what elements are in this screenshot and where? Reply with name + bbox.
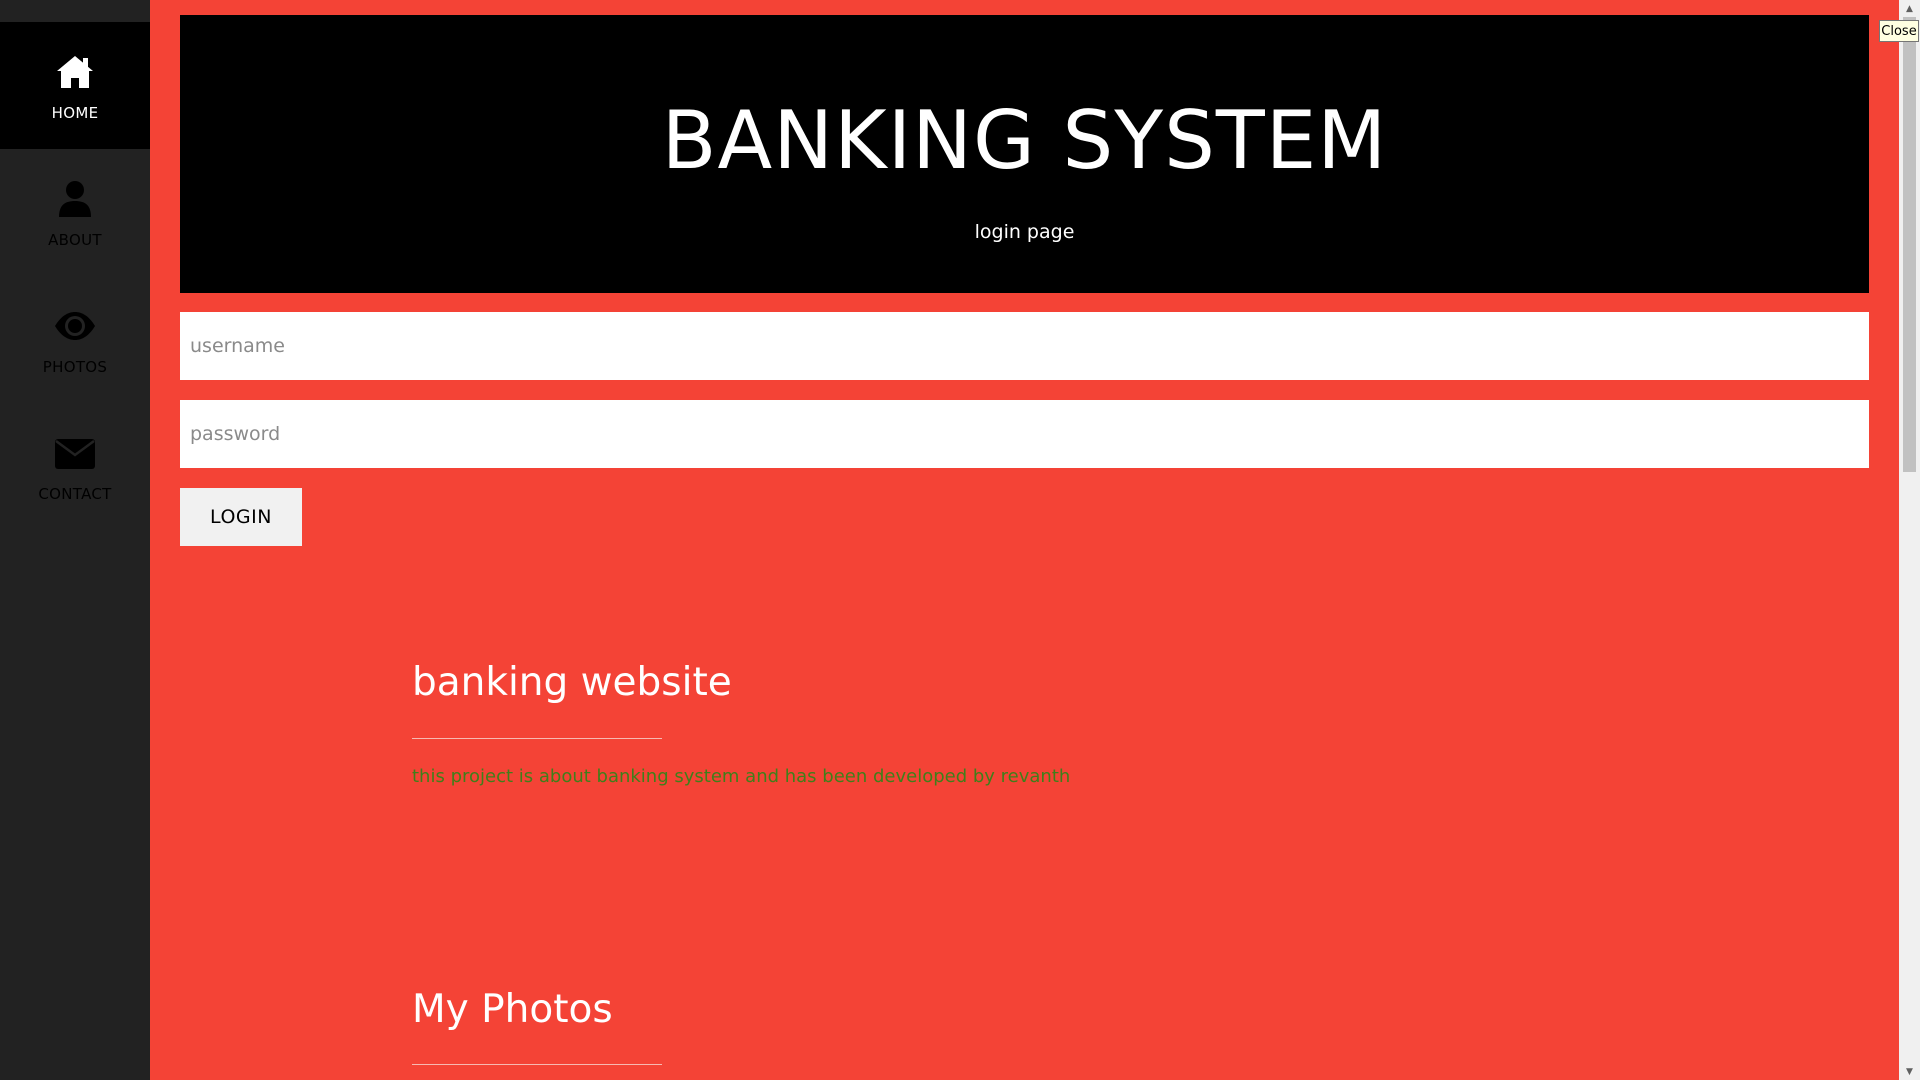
sidebar: HOME ABOUT PHOTOS CONTACT xyxy=(0,0,150,1080)
about-text: this project is about banking system and… xyxy=(412,766,1071,787)
sidebar-item-home[interactable]: HOME xyxy=(0,22,150,149)
sidebar-item-photos[interactable]: PHOTOS xyxy=(0,276,150,403)
photos-divider xyxy=(412,1064,662,1065)
login-button[interactable]: LOGIN xyxy=(180,488,302,546)
user-icon xyxy=(59,180,91,217)
page: HOME ABOUT PHOTOS CONTACT BANKING SYSTEM… xyxy=(0,0,1920,1080)
vertical-scrollbar[interactable]: ▲ ▼ xyxy=(1899,0,1920,1080)
about-divider xyxy=(412,738,662,739)
sidebar-item-contact[interactable]: CONTACT xyxy=(0,403,150,530)
password-input[interactable] xyxy=(180,400,1869,468)
sidebar-item-label: CONTACT xyxy=(38,484,112,503)
page-header: BANKING SYSTEM login page xyxy=(180,15,1869,293)
eye-icon xyxy=(55,311,95,340)
page-title: BANKING SYSTEM xyxy=(661,94,1388,187)
sidebar-item-label: ABOUT xyxy=(48,230,102,249)
username-input[interactable] xyxy=(180,312,1869,380)
scroll-thumb[interactable] xyxy=(1903,17,1916,472)
scroll-down-arrow-icon[interactable]: ▼ xyxy=(1899,1063,1920,1080)
scroll-up-arrow-icon[interactable]: ▲ xyxy=(1899,0,1920,17)
close-tooltip[interactable]: Close xyxy=(1879,20,1919,42)
envelope-icon xyxy=(55,438,95,469)
about-heading: banking website xyxy=(412,660,732,705)
page-subtitle: login page xyxy=(974,221,1075,243)
photos-heading: My Photos xyxy=(412,987,613,1032)
sidebar-item-label: HOME xyxy=(51,103,99,122)
home-icon xyxy=(57,55,93,88)
sidebar-item-label: PHOTOS xyxy=(42,357,108,376)
sidebar-item-about[interactable]: ABOUT xyxy=(0,149,150,276)
